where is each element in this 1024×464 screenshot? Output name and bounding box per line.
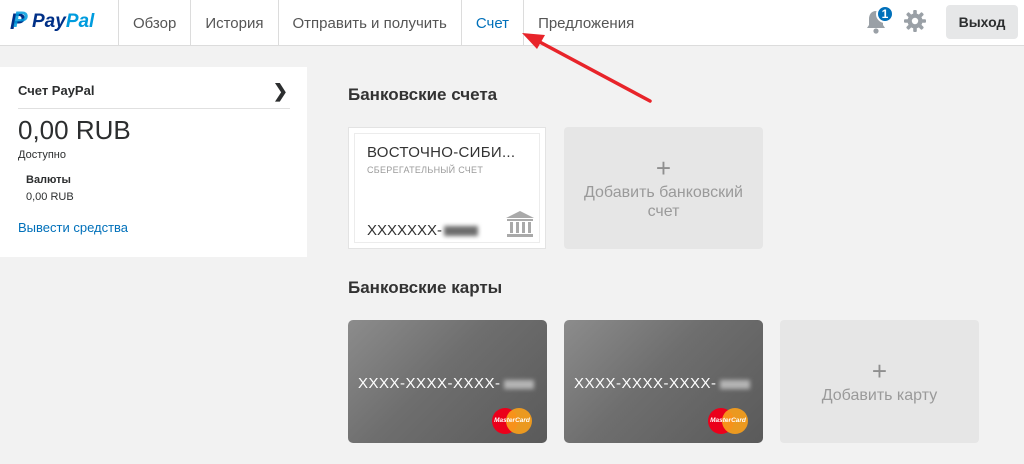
add-bank-account-label: Добавить банковский счет	[584, 184, 743, 220]
add-card-label: Добавить карту	[821, 387, 938, 404]
gear-icon[interactable]	[903, 9, 927, 33]
plus-icon: +	[871, 356, 888, 386]
bank-card[interactable]: XXXX-XXXX-XXXX- MasterCard	[348, 320, 547, 443]
masked-digits	[444, 226, 479, 237]
balance-panel-title: Счет PayPal	[18, 83, 95, 98]
logout-button[interactable]: Выход	[946, 5, 1018, 39]
add-bank-account-button[interactable]: + Добавить банковский счет	[564, 127, 763, 249]
currency-value: 0,00 RUB	[26, 191, 74, 203]
withdraw-funds-link[interactable]: Вывести средства	[18, 220, 128, 235]
balance-amount: 0,00 RUB	[18, 115, 131, 145]
nav-history[interactable]: История	[190, 0, 277, 46]
masked-digits	[719, 379, 750, 389]
bank-building-icon	[506, 211, 534, 237]
add-card-button[interactable]: + Добавить карту	[780, 320, 979, 443]
mastercard-logo-icon: MasterCard	[708, 408, 748, 434]
masked-digits	[503, 379, 534, 389]
chevron-right-icon[interactable]: ❯	[273, 81, 288, 102]
balance-panel-header[interactable]: Счет PayPal ❯	[18, 81, 290, 109]
paypal-logo-text: PayPal	[32, 11, 95, 32]
currencies-label: Валюты	[26, 174, 71, 186]
nav-overview[interactable]: Обзор	[118, 0, 190, 46]
plus-icon: +	[655, 153, 672, 183]
bank-account-card[interactable]: ВОСТОЧНО-СИБИ... СБЕРЕГАТЕЛЬНЫЙ СЧЕТ XXX…	[348, 127, 546, 249]
notification-badge: 1	[876, 5, 894, 23]
bank-name: ВОСТОЧНО-СИБИ...	[367, 144, 516, 161]
bank-account-type: СБЕРЕГАТЕЛЬНЫЙ СЧЕТ	[367, 165, 484, 175]
card-number: XXXX-XXXX-XXXX-	[358, 375, 534, 392]
paypal-balance-panel: Счет PayPal ❯ 0,00 RUB Доступно Валюты 0…	[0, 67, 307, 257]
available-label: Доступно	[18, 149, 67, 161]
bank-card[interactable]: XXXX-XXXX-XXXX- MasterCard	[564, 320, 763, 443]
main-nav: Обзор История Отправить и получить Счет …	[118, 0, 648, 46]
card-number: XXXX-XXXX-XXXX-	[574, 375, 750, 392]
paypal-logo-icon: PP	[10, 7, 28, 34]
bank-cards-title: Банковские карты	[348, 278, 503, 297]
bank-account-number: XXXXXXX-	[367, 222, 479, 239]
top-navigation-bar: PP PayPal Обзор История Отправить и полу…	[0, 0, 1024, 46]
bank-account-card-inner: ВОСТОЧНО-СИБИ... СБЕРЕГАТЕЛЬНЫЙ СЧЕТ XXX…	[354, 133, 540, 243]
nav-offers[interactable]: Предложения	[523, 0, 648, 46]
bank-accounts-title: Банковские счета	[348, 85, 498, 104]
mastercard-logo-icon: MasterCard	[492, 408, 532, 434]
nav-send-receive[interactable]: Отправить и получить	[277, 0, 461, 46]
paypal-logo[interactable]: PP PayPal	[10, 7, 95, 34]
nav-account[interactable]: Счет	[460, 0, 523, 46]
